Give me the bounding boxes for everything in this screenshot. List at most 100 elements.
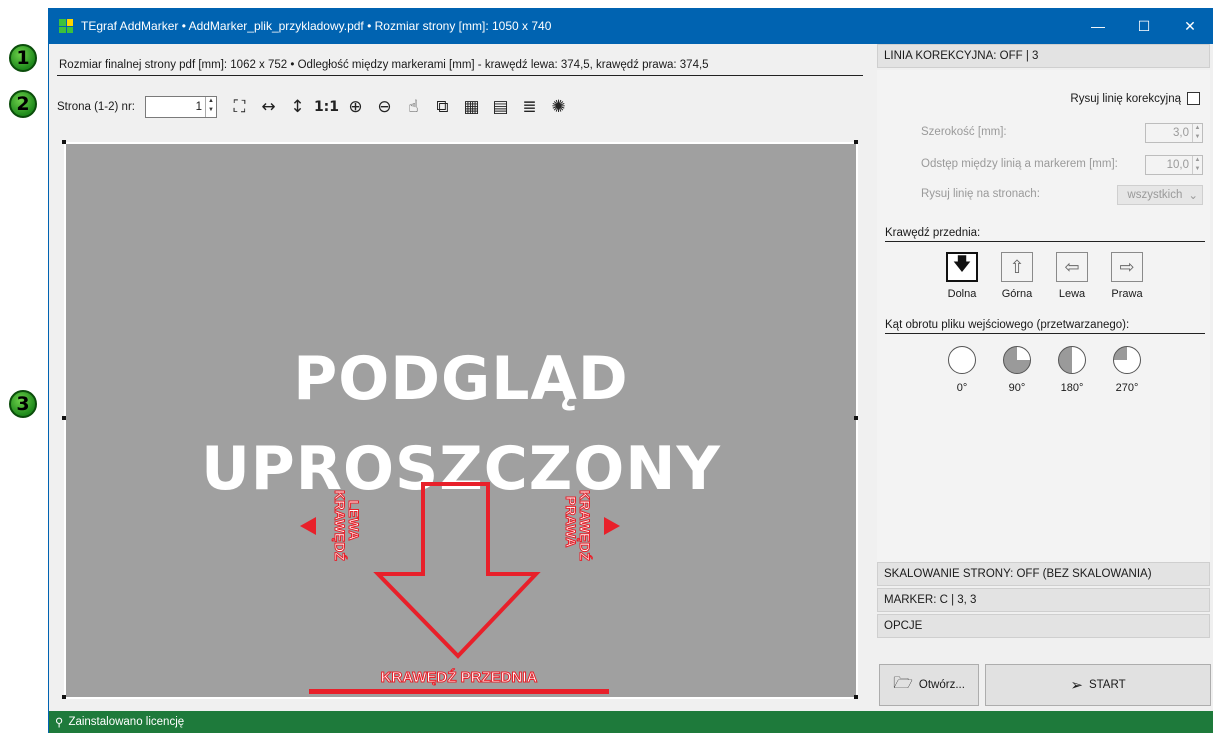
stepper-arrows[interactable]: ▲ ▼ [204,97,216,117]
settings-panel: LINIA KOREKCYJNA: OFF | 3 Rysuj linię ko… [877,44,1213,711]
rotation-90-icon [1003,346,1031,374]
left-edge-arrow [300,517,316,535]
arrow-down-icon: 🡇 [946,252,978,282]
front-edge-arrow [373,482,541,659]
start-button-label: START [1088,679,1126,691]
preview-area: Rozmiar finalnej strony pdf [mm]: 1062 x… [49,44,875,711]
rotation-label: 270° [1115,382,1139,394]
gap-value: 10,0 [1166,159,1189,171]
arrow-left-icon: ⇦ [1056,252,1088,282]
preview-mode-icon[interactable]: ✺ [544,95,573,119]
callout-2: 2 [9,90,37,118]
right-edge-arrow [604,517,620,535]
edge-option-right[interactable]: ⇨ Prawa [1105,252,1149,300]
pages-label: Rysuj linię na stronach: [921,188,1040,200]
resize-handle[interactable] [854,695,858,699]
arrow-up-icon: ⇧ [1001,252,1033,282]
front-edge-header: Krawędź przednia: [885,227,1205,242]
hand-tool-icon[interactable]: ☝ [399,95,428,119]
fit-height-icon[interactable]: ↕ [283,95,312,119]
width-label: Szerokość [mm]: [921,126,1007,138]
fit-width-icon[interactable]: ↔ [254,95,283,119]
edge-option-left[interactable]: ⇦ Lewa [1050,252,1094,300]
section-options[interactable]: OPCJE [877,614,1210,638]
left-edge-label-2: LEWA [346,500,362,540]
section-scaling[interactable]: SKALOWANIE STRONY: OFF (BEZ SKALOWANIA) [877,562,1210,586]
page-number-label: Strona (1-2) nr: [57,101,135,113]
rotation-0-icon [948,346,976,374]
width-value: 3,0 [1173,127,1189,139]
edge-label: Dolna [947,288,977,300]
search-page-icon[interactable]: ⧉ [428,95,457,119]
front-edge-label: KRAWĘDŹ PRZEDNIA [381,669,538,686]
list-icon[interactable]: ▤ [486,95,515,119]
front-edge-line [309,689,609,694]
status-text: Zainstalowano licencję [68,716,185,728]
close-button[interactable]: ✕ [1167,8,1213,44]
resize-handle[interactable] [62,140,66,144]
pages-value: wszystkich [1127,189,1183,201]
pages-select[interactable]: wszystkich ⌄ [1117,185,1203,205]
callout-3: 3 [9,390,37,418]
edge-option-top[interactable]: ⇧ Górna [995,252,1039,300]
text-info-icon[interactable]: ≣ [515,95,544,119]
arrow-right-icon: ⇨ [1111,252,1143,282]
resize-handle[interactable] [854,140,858,144]
chevron-down-icon: ⌄ [1188,190,1198,202]
rotation-label: 180° [1060,382,1084,394]
rotation-180-option[interactable]: 180° [1050,346,1094,394]
rotation-270-icon [1113,346,1141,374]
draw-line-label: Rysuj linię korekcyjną [1070,92,1181,105]
license-icon: ⚲ [55,715,64,729]
edge-label: Lewa [1058,288,1086,300]
draw-line-row[interactable]: Rysuj linię korekcyjną [1070,92,1200,105]
rotation-0-option[interactable]: 0° [940,346,984,394]
status-bar: ⚲ Zainstalowano licencję [49,711,1213,733]
rotation-90-option[interactable]: 90° [995,346,1039,394]
actual-size-icon[interactable]: 1:1 [312,95,341,119]
title-bar: TEgraf AddMarker • AddMarker_plik_przykl… [49,8,1213,44]
app-window: TEgraf AddMarker • AddMarker_plik_przykl… [48,8,1213,733]
minimize-button[interactable]: — [1075,8,1121,44]
callout-column: 1 2 3 [0,0,48,733]
window-title: TEgraf AddMarker • AddMarker_plik_przykl… [81,19,552,33]
rotation-header: Kąt obrotu pliku wejściowego (przetwarza… [885,319,1205,334]
section-marker[interactable]: MARKER: C | 3, 3 [877,588,1210,612]
app-logo-icon [59,19,73,33]
page-size-info: Rozmiar finalnej strony pdf [mm]: 1062 x… [57,54,863,76]
edge-label: Górna [1001,288,1033,300]
callout-1: 1 [9,44,37,72]
rotation-270-option[interactable]: 270° [1105,346,1149,394]
open-button[interactable]: 🗁 Otwórz... [879,664,979,706]
resize-handle[interactable] [62,416,66,420]
resize-handle[interactable] [62,695,66,699]
rotation-180-icon [1058,346,1086,374]
section-correction-line[interactable]: LINIA KOREKCYJNA: OFF | 3 [877,44,1210,68]
edge-indicator-graphic: KRAWĘDŹ LEWA KRAWĘDŹ PRAWA KRAWĘDŹ PRZED… [300,482,620,694]
fit-page-icon[interactable]: ⛶ [225,95,254,119]
start-button[interactable]: ➢ START [985,664,1211,706]
folder-icon: 🗁 [893,672,913,692]
page-number-stepper[interactable]: 1 ▲ ▼ [144,96,217,118]
resize-handle[interactable] [854,416,858,420]
draw-line-checkbox[interactable] [1187,92,1200,105]
maximize-button[interactable]: ☐ [1121,8,1167,44]
gap-stepper[interactable]: 10,0 ▲ ▼ [1145,155,1203,175]
rotation-label: 0° [956,382,968,394]
page-number-value: 1 [195,101,202,113]
width-stepper[interactable]: 3,0 ▲ ▼ [1145,123,1203,143]
rotation-label: 90° [1008,382,1026,394]
send-icon: ➢ [1070,676,1083,694]
grid-icon[interactable]: ▦ [457,95,486,119]
edge-label: Prawa [1111,288,1143,300]
right-edge-label-2: PRAWA [563,496,579,547]
preview-toolbar: Strona (1-2) nr: 1 ▲ ▼ ⛶ ↔ ↕ 1:1 ⊕ ⊖ ☝ ⧉ … [57,94,863,120]
open-button-label: Otwórz... [918,679,965,691]
zoom-out-icon[interactable]: ⊖ [370,95,399,119]
gap-label: Odstęp między linią a markerem [mm]: [921,158,1118,170]
correction-line-panel: Rysuj linię korekcyjną Szerokość [mm]: 3… [877,70,1210,562]
left-edge-label-1: KRAWĘDŹ [332,490,348,561]
zoom-in-icon[interactable]: ⊕ [341,95,370,119]
edge-option-bottom[interactable]: 🡇 Dolna [940,252,984,300]
page-preview-canvas[interactable]: PODGLĄD UPROSZCZONY KRAWĘDŹ LEWA KRAWĘDŹ… [64,142,858,699]
